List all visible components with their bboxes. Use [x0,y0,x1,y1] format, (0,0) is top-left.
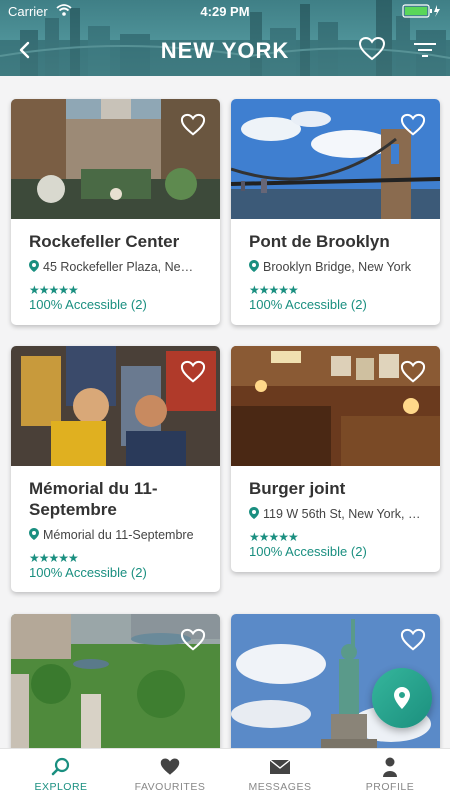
filter-icon[interactable] [412,38,438,62]
place-name: Pont de Brooklyn [249,232,390,251]
heart-icon [160,758,180,775]
place-card-burger-joint[interactable]: Burger joint 119 W 56th St, New York, NY… [231,346,440,572]
location-pin-icon [29,260,39,272]
search-icon [51,757,70,776]
place-name: Mémorial du 11-Septembre [29,479,158,519]
status-time: 4:29 PM [200,4,250,19]
location-pin-icon [249,507,259,519]
location-pin-icon [249,260,259,272]
star-rating: ★★★★★ [29,551,79,565]
place-address-text: 119 W 56th St, New York, NY [263,507,422,521]
accessibility-rating: 100% Accessible (2) [249,297,367,312]
envelope-icon [269,759,291,774]
place-address: 45 Rockefeller Plaza, New York [29,260,202,274]
favorite-city-heart-icon[interactable] [358,36,386,62]
place-address-text: Brooklyn Bridge, New York [263,260,411,274]
place-card-central-park[interactable] [11,614,220,748]
star-rating: ★★★★★ [29,283,79,297]
map-pin-icon [394,687,410,709]
favorite-heart-icon[interactable] [400,628,426,652]
star-rating: ★★★★★ [249,530,299,544]
battery-icon [402,4,440,18]
accessibility-rating: 100% Accessible (2) [249,544,367,559]
tab-label: FAVOURITES [134,781,206,793]
place-name: Burger joint [249,479,346,498]
favorite-heart-icon[interactable] [400,113,426,137]
favorite-heart-icon[interactable] [400,360,426,384]
tab-explore[interactable]: EXPLORE [5,749,117,800]
place-address-text: 45 Rockefeller Plaza, New York [43,260,202,274]
tab-label: EXPLORE [34,781,88,793]
status-bar: Carrier 4:29 PM [0,0,450,22]
accessibility-rating: 100% Accessible (2) [29,565,147,580]
accessibility-rating: 100% Accessible (2) [29,297,147,312]
favorite-heart-icon[interactable] [180,360,206,384]
tab-profile[interactable]: PROFILE [334,749,446,800]
user-icon [383,757,397,777]
bottom-tab-bar: EXPLORE FAVOURITES MESSAGES PROFILE [0,748,450,800]
tab-label: PROFILE [365,781,415,793]
place-name: Rockefeller Center [29,232,180,251]
star-rating: ★★★★★ [249,283,299,297]
favorite-heart-icon[interactable] [180,628,206,652]
place-photo [11,346,220,466]
tab-label: MESSAGES [248,781,312,793]
place-card-911-memorial[interactable]: Mémorial du 11-Septembre Mémorial du 11-… [11,346,220,592]
place-photo [231,99,440,219]
place-address: 119 W 56th St, New York, NY [249,507,422,521]
place-photo [11,614,220,748]
map-view-button[interactable] [372,668,432,728]
place-photo [231,346,440,466]
place-card-brooklyn-bridge[interactable]: Pont de Brooklyn Brooklyn Bridge, New Yo… [231,99,440,325]
place-photo [11,99,220,219]
place-address-text: Mémorial du 11-Septembre [43,528,194,542]
tab-messages[interactable]: MESSAGES [224,749,336,800]
favorite-heart-icon[interactable] [180,113,206,137]
places-grid: Rockefeller Center 45 Rockefeller Plaza,… [0,76,450,748]
place-address: Brooklyn Bridge, New York [249,260,422,274]
app-header: Carrier 4:29 PM NEW YORK [0,0,450,76]
place-card-rockefeller[interactable]: Rockefeller Center 45 Rockefeller Plaza,… [11,99,220,325]
tab-favourites[interactable]: FAVOURITES [114,749,226,800]
location-pin-icon [29,528,39,540]
place-address: Mémorial du 11-Septembre [29,528,202,542]
